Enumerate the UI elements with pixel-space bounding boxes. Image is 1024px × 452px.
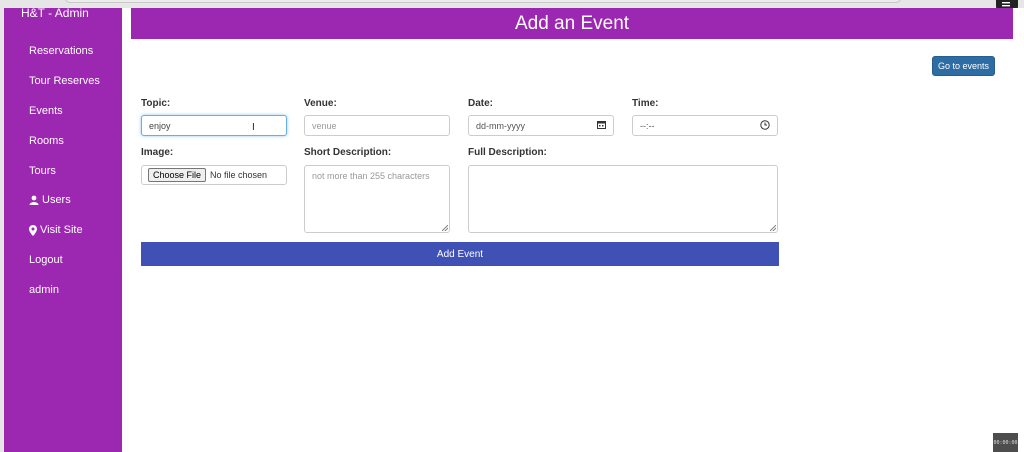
sidebar-item-reservations[interactable]: Reservations xyxy=(29,45,93,57)
corner-widget: 00:00:00 xyxy=(993,433,1018,452)
sidebar-item-tour-reserves[interactable]: Tour Reserves xyxy=(29,75,100,87)
image-file-input[interactable]: Choose File No file chosen xyxy=(141,165,287,185)
address-bar[interactable] xyxy=(64,0,902,3)
sidebar-item-label: Events xyxy=(29,105,63,117)
resize-handle-icon[interactable] xyxy=(442,225,448,231)
short-description-placeholder: not more than 255 characters xyxy=(312,171,430,181)
user-icon xyxy=(29,195,39,205)
sidebar-item-label: Visit Site xyxy=(40,224,83,236)
sidebar-item-label: Users xyxy=(42,194,71,206)
resize-handle-icon[interactable] xyxy=(770,225,776,231)
go-to-events-button[interactable]: Go to events xyxy=(932,56,995,76)
time-value: --:-- xyxy=(640,120,655,131)
sidebar-item-label: Tour Reserves xyxy=(29,75,100,87)
choose-file-button[interactable]: Choose File xyxy=(148,168,207,182)
sidebar-item-logout[interactable]: Logout xyxy=(29,254,63,266)
date-label: Date: xyxy=(468,98,494,109)
sidebar-item-rooms[interactable]: Rooms xyxy=(29,135,64,147)
sidebar-item-label: Reservations xyxy=(29,45,94,57)
venue-label: Venue: xyxy=(304,98,337,109)
page-header: Add an Event xyxy=(131,8,1013,39)
sidebar-item-tours[interactable]: Tours xyxy=(29,165,56,177)
topic-value: enjoy xyxy=(149,120,171,131)
text-cursor-icon: I xyxy=(252,122,255,133)
venue-input[interactable]: venue xyxy=(304,115,450,136)
topic-input[interactable]: enjoy xyxy=(141,115,287,136)
page-title: Add an Event xyxy=(514,12,630,34)
full-description-label: Full Description: xyxy=(468,147,547,158)
sidebar-item-label: admin xyxy=(29,284,59,296)
date-input[interactable]: dd-mm-yyyy xyxy=(468,115,614,136)
short-description-textarea[interactable]: not more than 255 characters xyxy=(304,165,450,233)
time-label: Time: xyxy=(632,98,659,109)
browser-top-strip xyxy=(0,0,1024,8)
sidebar-item-label: Tours xyxy=(29,165,56,177)
image-label: Image: xyxy=(141,147,174,158)
short-description-label: Short Description: xyxy=(304,147,392,158)
calendar-icon[interactable] xyxy=(597,120,606,131)
time-input[interactable]: --:-- xyxy=(632,115,778,136)
sidebar-item-users[interactable]: Users xyxy=(29,194,71,206)
venue-placeholder: venue xyxy=(312,120,337,131)
sidebar-item-events[interactable]: Events xyxy=(29,105,63,117)
file-status: No file chosen xyxy=(210,170,268,180)
sidebar-item-admin[interactable]: admin xyxy=(29,284,59,296)
sidebar-item-label: Rooms xyxy=(29,135,64,147)
add-event-button[interactable]: Add Event xyxy=(141,242,779,266)
topic-label: Topic: xyxy=(141,98,171,109)
brand-title: H&T - Admin xyxy=(21,6,89,20)
map-marker-icon xyxy=(29,224,37,236)
sidebar-item-visit-site[interactable]: Visit Site xyxy=(29,224,83,236)
sidebar: H&T - Admin Reservations Tour Reserves E… xyxy=(4,6,122,452)
date-value: dd-mm-yyyy xyxy=(476,120,525,131)
full-description-textarea[interactable] xyxy=(468,165,778,233)
sidebar-item-label: Logout xyxy=(29,254,63,266)
clock-icon[interactable] xyxy=(760,119,770,132)
main-content: Add an Event Go to events Topic: Venue: … xyxy=(122,8,1024,452)
